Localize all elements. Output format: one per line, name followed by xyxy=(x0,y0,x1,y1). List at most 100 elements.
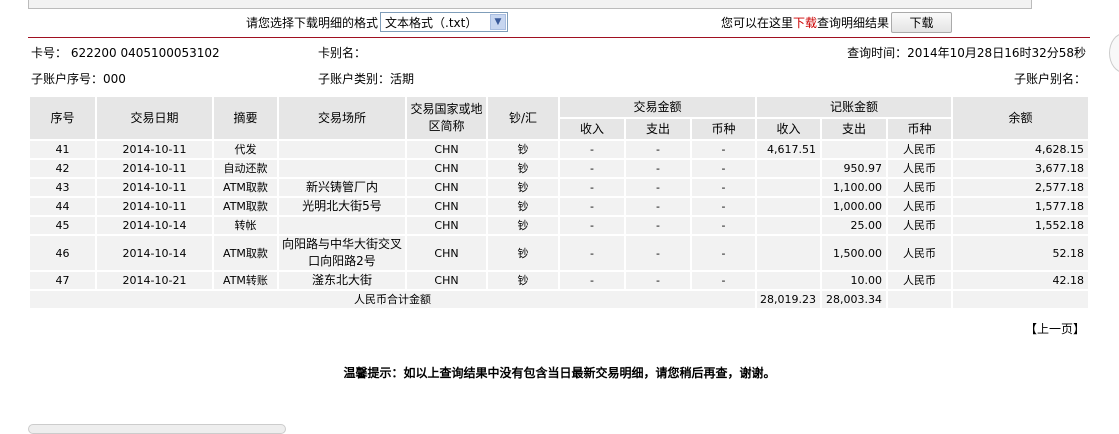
header-balance: 余额 xyxy=(951,95,1090,141)
cell-book-income xyxy=(755,196,823,217)
cell-book-expense: 1,100.00 xyxy=(820,177,889,198)
table-row: 46 2014-10-14 ATM取款 向阳路与中华大街交叉口向阳路2号 CHN 钞 - - -… xyxy=(28,234,1090,272)
cell-no: 42 xyxy=(28,158,97,179)
cell-book-currency: 人民币 xyxy=(886,158,954,179)
cell-country: CHN xyxy=(405,234,488,272)
table-row: 45 2014-10-14 转帐 CHN 钞 - - -25.00 人民币 1,552.18 xyxy=(28,215,1090,236)
side-float-button[interactable] xyxy=(1109,33,1119,73)
table-row: 42 2014-10-11 自动还款 CHN 钞 - - -950.97 人民币 3,677.18 xyxy=(28,158,1090,179)
header-book-currency: 币种 xyxy=(886,117,954,141)
format-select[interactable]: 文本格式（.txt） ▼ xyxy=(380,12,509,32)
cell-place xyxy=(277,139,407,160)
cell-cash: 钞 xyxy=(486,177,560,198)
cell-trade-expense: - xyxy=(624,196,692,217)
cell-date: 2014-10-11 xyxy=(95,196,214,217)
total-income: 28,019.23 xyxy=(755,289,823,310)
cell-trade-expense: - xyxy=(624,158,692,179)
total-blank xyxy=(951,289,1090,310)
cell-trade-currency: - xyxy=(689,177,758,198)
cell-book-income xyxy=(755,158,823,179)
card-alias: 卡别名： xyxy=(318,46,367,60)
cell-balance: 2,577.18 xyxy=(951,177,1090,198)
cell-trade-income: - xyxy=(558,215,626,236)
total-label: 人民币合计金额 xyxy=(27,289,758,310)
sub-account-alias: 子账户别名： xyxy=(1013,72,1086,86)
header-trade-currency: 币种 xyxy=(689,117,758,141)
cell-trade-currency: - xyxy=(689,234,758,272)
download-button[interactable]: 下载 xyxy=(891,11,953,33)
cell-book-income: 4,617.51 xyxy=(755,139,823,160)
cell-cash: 钞 xyxy=(486,196,560,217)
cell-summary: ATM取款 xyxy=(212,177,279,198)
cell-country: CHN xyxy=(405,177,488,198)
cell-place: 光明北大街5号 xyxy=(277,196,407,217)
top-panel xyxy=(28,0,1032,9)
header-no: 序号 xyxy=(28,95,97,141)
sub-account-number: 子账户序号：000 xyxy=(31,72,126,86)
transaction-table: 序号 交易日期 摘要 交易场所 交易国家或地区简称 钞/汇 交易金额 记账金额 … xyxy=(27,95,1090,310)
divider xyxy=(28,37,1090,38)
cell-book-currency: 人民币 xyxy=(886,234,954,272)
cell-book-currency: 人民币 xyxy=(886,270,954,291)
cell-place: 滏东北大街 xyxy=(277,270,407,291)
cell-cash: 钞 xyxy=(486,270,560,291)
cell-trade-expense: - xyxy=(624,215,692,236)
cell-country: CHN xyxy=(405,270,488,291)
cell-country: CHN xyxy=(405,196,488,217)
card-number: 卡号： 622200 0405100053102 xyxy=(31,46,220,60)
cell-trade-income: - xyxy=(558,196,626,217)
header-country: 交易国家或地区简称 xyxy=(405,95,488,141)
header-trade-income: 收入 xyxy=(558,117,626,141)
cell-summary: ATM转账 xyxy=(212,270,279,291)
cell-date: 2014-10-11 xyxy=(95,177,214,198)
cell-cash: 钞 xyxy=(486,158,560,179)
query-time: 查询时间：2014年10月28日16时32分58秒 xyxy=(847,46,1086,60)
header-book-expense: 支出 xyxy=(820,117,889,141)
prev-page-link[interactable]: 【上一页】 xyxy=(1025,320,1085,337)
cell-trade-income: - xyxy=(558,158,626,179)
cell-book-expense xyxy=(820,139,889,160)
table-row: 47 2014-10-21 ATM转账 滏东北大街 CHN 钞 - - -10.00 人民币 42.… xyxy=(28,270,1090,291)
chevron-down-icon[interactable]: ▼ xyxy=(490,14,507,30)
download-link[interactable]: 下载 xyxy=(793,14,817,31)
download-row: 您可以在这里 下载 查询明细结果 下载 xyxy=(721,11,953,33)
cell-book-expense: 1,500.00 xyxy=(820,234,889,272)
cell-trade-expense: - xyxy=(624,139,692,160)
cell-book-income xyxy=(755,215,823,236)
cell-summary: 代发 xyxy=(212,139,279,160)
cell-balance: 3,677.18 xyxy=(951,158,1090,179)
cell-trade-currency: - xyxy=(689,215,758,236)
cell-book-expense: 1,000.00 xyxy=(820,196,889,217)
cell-date: 2014-10-11 xyxy=(95,158,214,179)
cell-trade-income: - xyxy=(558,177,626,198)
cell-summary: 自动还款 xyxy=(212,158,279,179)
table-row: 41 2014-10-11 代发 CHN 钞 - - -4,617.51 人民币 4,628.15 xyxy=(28,139,1090,160)
header-cash: 钞/汇 xyxy=(486,95,560,141)
header-summary: 摘要 xyxy=(212,95,279,141)
format-selector-row: 请您选择下载明细的格式 文本格式（.txt） ▼ xyxy=(246,12,509,32)
cell-book-currency: 人民币 xyxy=(886,196,954,217)
horizontal-scrollbar[interactable] xyxy=(28,424,286,434)
format-select-value: 文本格式（.txt） xyxy=(385,15,478,30)
cell-cash: 钞 xyxy=(486,234,560,272)
cell-place: 新兴铸管厂内 xyxy=(277,177,407,198)
cell-date: 2014-10-11 xyxy=(95,139,214,160)
header-trade-expense: 支出 xyxy=(624,117,692,141)
table-row: 44 2014-10-11 ATM取款 光明北大街5号 CHN 钞 - - -1,000.00 人… xyxy=(28,196,1090,217)
cell-country: CHN xyxy=(405,215,488,236)
total-expense: 28,003.34 xyxy=(820,289,889,310)
header-trade-amount: 交易金额 xyxy=(557,95,758,119)
header-date: 交易日期 xyxy=(95,95,214,141)
cell-trade-income: - xyxy=(558,139,626,160)
sub-account-type: 子账户类别：活期 xyxy=(318,72,415,86)
cell-trade-currency: - xyxy=(689,270,758,291)
cell-book-expense: 10.00 xyxy=(820,270,889,291)
cell-trade-expense: - xyxy=(624,234,692,272)
cell-book-currency: 人民币 xyxy=(886,177,954,198)
cell-no: 41 xyxy=(28,139,97,160)
header-book-income: 收入 xyxy=(755,117,823,141)
cell-book-expense: 950.97 xyxy=(820,158,889,179)
cell-trade-currency: - xyxy=(689,196,758,217)
cell-summary: ATM取款 xyxy=(212,234,279,272)
cell-trade-expense: - xyxy=(624,270,692,291)
